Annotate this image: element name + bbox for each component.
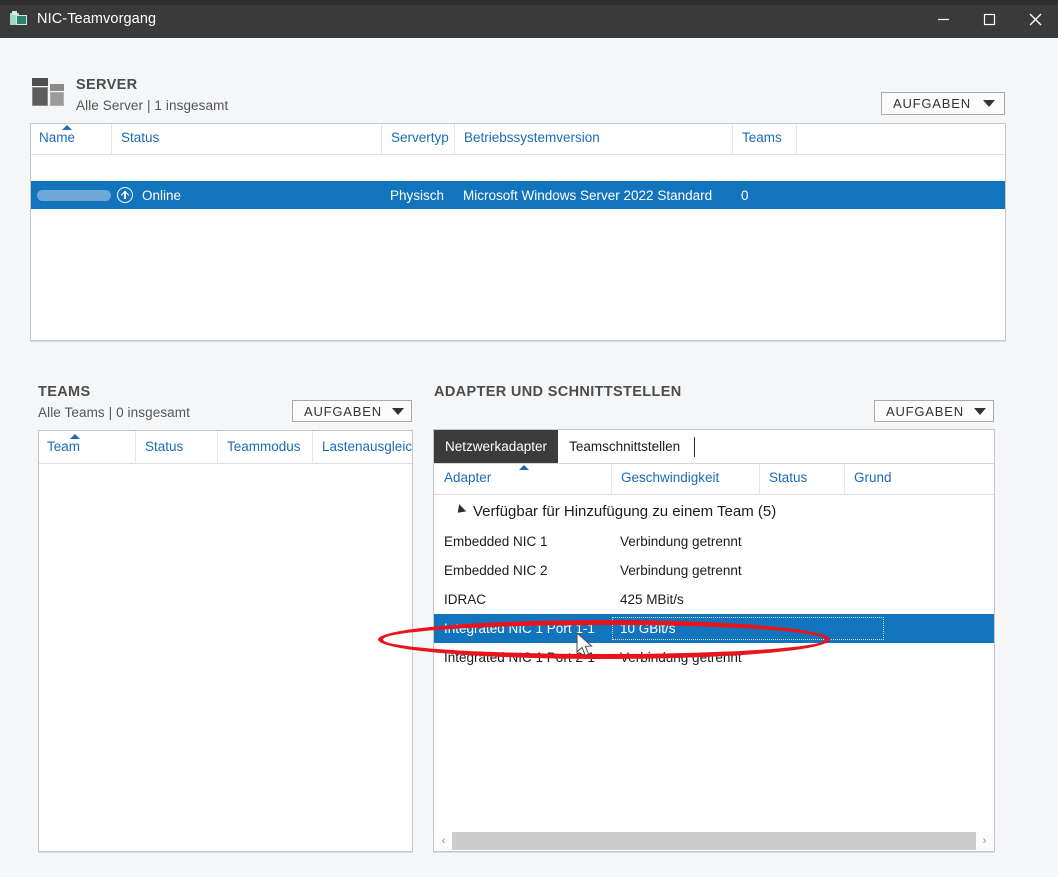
adapters-tasks-label: AUFGABEN — [886, 403, 964, 419]
adapters-panel: Netzwerkadapter Teamschnittstellen Adapt… — [433, 429, 995, 852]
focus-outline — [612, 617, 884, 640]
adapter-name: Integrated NIC 1 Port 1-1 — [444, 621, 595, 636]
chevron-down-icon — [391, 407, 404, 415]
window-controls — [920, 0, 1058, 38]
adapters-table-header: Adapter Geschwindigkeit Status Grund — [434, 464, 994, 495]
column-header-teammode-label: Teammodus — [227, 439, 301, 454]
adapter-speed: 425 MBit/s — [620, 592, 684, 607]
column-header-servertype[interactable]: Servertyp — [381, 124, 454, 155]
server-status-cell: Online — [111, 187, 381, 203]
redaction-bar — [37, 189, 111, 201]
tab-teamschnittstellen[interactable]: Teamschnittstellen — [558, 430, 691, 463]
titlebar-top-stripe — [0, 0, 1058, 5]
sort-ascending-icon — [70, 434, 80, 439]
adapter-name: IDRAC — [444, 592, 487, 607]
column-header-speed[interactable]: Geschwindigkeit — [611, 464, 759, 495]
column-header-speed-label: Geschwindigkeit — [621, 470, 720, 485]
column-header-name[interactable]: Name — [31, 124, 111, 155]
server-list-panel: Name Status Servertyp Betriebssystemvers… — [30, 123, 1006, 341]
window-titlebar: NIC-Teamvorgang — [0, 0, 1058, 38]
server-status-label: Online — [142, 187, 182, 203]
column-header-status-label: Status — [121, 130, 160, 145]
column-header-team-status-label: Status — [145, 439, 184, 454]
list-item[interactable]: Embedded NIC 1 Verbindung getrennt — [434, 527, 994, 556]
column-header-servertype-label: Servertyp — [391, 130, 449, 145]
adapters-tabstrip: Netzwerkadapter Teamschnittstellen — [434, 430, 994, 464]
adapter-speed: Verbindung getrennt — [620, 650, 742, 665]
column-header-osversion-label: Betriebssystemversion — [464, 130, 600, 145]
column-header-adapter-label: Adapter — [444, 470, 492, 485]
column-header-loadbalancing-label: Lastenausgleic — [322, 439, 412, 454]
list-item-selected[interactable]: Integrated NIC 1 Port 1-1 10 GBit/s — [434, 614, 994, 643]
sort-ascending-icon — [62, 125, 72, 130]
adapter-speed: Verbindung getrennt — [620, 534, 742, 549]
chevron-down-icon — [983, 100, 995, 107]
nic-teaming-icon — [10, 11, 28, 27]
close-icon[interactable] — [1012, 0, 1058, 38]
server-name-cell — [31, 189, 111, 201]
column-header-team-status[interactable]: Status — [135, 431, 217, 464]
adapters-tasks-button[interactable]: AUFGABEN — [874, 400, 994, 422]
adapter-group-row[interactable]: Verfügbar für Hinzufügung zu einem Team … — [434, 495, 994, 527]
column-header-team-label: Team — [47, 439, 81, 454]
adapter-group-label: Verfügbar für Hinzufügung zu einem Team … — [473, 502, 777, 520]
adapter-speed: Verbindung getrennt — [620, 563, 742, 578]
scroll-right-arrow-icon[interactable]: › — [976, 832, 993, 850]
server-table-header: Name Status Servertyp Betriebssystemvers… — [31, 124, 1005, 155]
list-item[interactable]: Embedded NIC 2 Verbindung getrennt — [434, 556, 994, 585]
server-os-cell: Microsoft Windows Server 2022 Standard — [463, 187, 713, 203]
server-teams-cell: 0 — [741, 187, 749, 203]
column-header-teams-label: Teams — [742, 130, 782, 145]
list-item[interactable]: Integrated NIC 1 Port 2-1 Verbindung get… — [434, 643, 994, 672]
column-header-team[interactable]: Team — [39, 431, 135, 464]
sort-ascending-icon — [519, 465, 529, 470]
server-tasks-label: AUFGABEN — [893, 96, 971, 111]
chevron-down-icon — [973, 407, 986, 415]
teams-table-header: Team Status Teammodus Lastenausgleic — [39, 431, 412, 464]
column-header-name-label: Name — [39, 130, 76, 145]
column-header-adapter-status[interactable]: Status — [759, 464, 844, 495]
table-row[interactable]: Online Physisch Microsoft Windows Server… — [31, 181, 1005, 209]
tab-netzwerkadapter[interactable]: Netzwerkadapter — [434, 430, 559, 463]
server-section-subtitle: Alle Server | 1 insgesamt — [76, 98, 229, 113]
teams-tasks-button[interactable]: AUFGABEN — [292, 400, 412, 422]
teams-tasks-label: AUFGABEN — [304, 403, 382, 419]
teams-section-subtitle: Alle Teams | 0 insgesamt — [38, 405, 190, 420]
column-header-reason[interactable]: Grund — [844, 464, 994, 495]
server-tasks-button[interactable]: AUFGABEN — [881, 92, 1005, 115]
adapter-name: Embedded NIC 2 — [444, 563, 548, 578]
column-header-osversion[interactable]: Betriebssystemversion — [454, 124, 732, 155]
horizontal-scrollbar[interactable]: ‹ › — [435, 832, 993, 850]
tab-netzwerkadapter-label: Netzwerkadapter — [445, 439, 548, 454]
adapters-section-title: ADAPTER UND SCHNITTSTELLEN — [434, 384, 682, 400]
adapter-name: Embedded NIC 1 — [444, 534, 548, 549]
column-header-teammode[interactable]: Teammodus — [217, 431, 312, 464]
column-header-spacer — [796, 124, 1004, 155]
teams-section-title: TEAMS — [38, 384, 91, 400]
teams-empty-list-body[interactable] — [39, 464, 412, 850]
column-header-teams[interactable]: Teams — [732, 124, 796, 155]
window-title: NIC-Teamvorgang — [37, 11, 157, 27]
column-header-adapter[interactable]: Adapter — [434, 464, 611, 495]
server-type-cell: Physisch — [390, 187, 445, 203]
text-cursor — [694, 436, 696, 457]
scrollbar-thumb[interactable] — [452, 832, 976, 850]
tab-teamschnittstellen-label: Teamschnittstellen — [569, 439, 681, 454]
adapter-name: Integrated NIC 1 Port 2-1 — [444, 650, 595, 665]
chevron-collapse-icon — [454, 504, 467, 517]
scroll-left-arrow-icon[interactable]: ‹ — [435, 832, 452, 850]
column-header-reason-label: Grund — [854, 470, 892, 485]
teams-list-panel: Team Status Teammodus Lastenausgleic — [38, 430, 413, 852]
online-arrow-icon — [117, 187, 133, 203]
column-header-status[interactable]: Status — [111, 124, 381, 155]
server-section-title: SERVER — [76, 77, 138, 93]
server-icon — [32, 73, 66, 106]
column-header-loadbalancing[interactable]: Lastenausgleic — [312, 431, 412, 464]
column-header-adapter-status-label: Status — [769, 470, 808, 485]
list-item[interactable]: IDRAC 425 MBit/s — [434, 585, 994, 614]
maximize-icon[interactable] — [966, 0, 1012, 38]
minimize-icon[interactable] — [920, 0, 966, 38]
